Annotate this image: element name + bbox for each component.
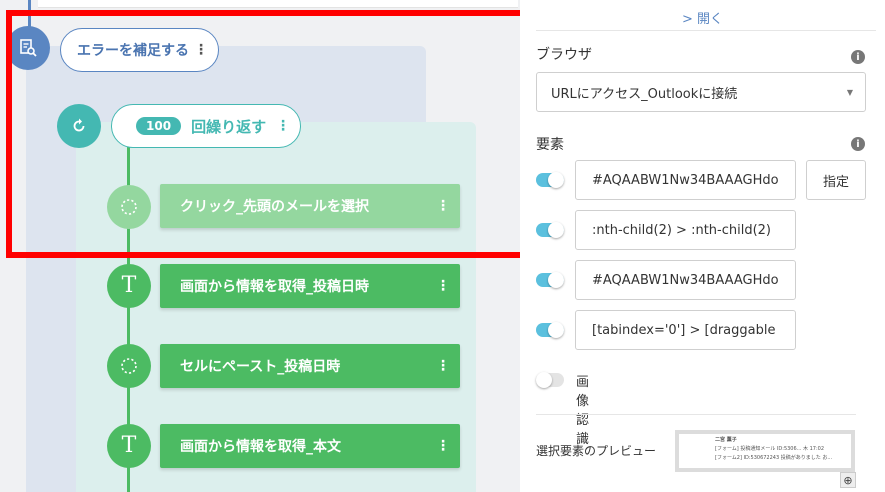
step-label: クリック_先頭のメールを選択	[180, 199, 369, 215]
zoom-in-icon[interactable]: ⊕	[840, 472, 856, 488]
selector-input[interactable]: #AQAABW1Nw34BAAAGHdo	[575, 160, 796, 200]
flow-canvas: エラーを補足する ⋮ 100 回繰り返す ⋮ クリック_先頭のメールを選択 ⋮ …	[0, 0, 520, 492]
loop-block-header[interactable]: 100 回繰り返す ⋮	[111, 104, 301, 148]
text-icon[interactable]: T	[107, 264, 151, 308]
step-click-first-mail[interactable]: クリック_先頭のメールを選択 ⋮	[160, 184, 460, 228]
thumbnail-text: [フォーム] 投稿通知メール ID:5306... 木 17:02	[715, 446, 825, 452]
step-label: 画面から情報を取得_本文	[180, 439, 341, 455]
divider	[536, 414, 856, 415]
selector-toggle[interactable]	[536, 322, 564, 338]
step-paste-posted-datetime[interactable]: セルにペースト_投稿日時 ⋮	[160, 344, 460, 388]
selector-toggle[interactable]	[536, 272, 564, 288]
elements-label: 要素	[536, 137, 564, 153]
loop-count-badge[interactable]: 100	[136, 117, 182, 135]
try-block-header[interactable]: エラーを補足する ⋮	[60, 28, 219, 72]
step-label: セルにペースト_投稿日時	[180, 359, 341, 375]
step-get-body[interactable]: 画面から情報を取得_本文 ⋮	[160, 424, 460, 468]
image-recognition-label: 画像認識	[576, 375, 590, 447]
more-menu-icon[interactable]: ⋮	[436, 359, 450, 373]
step-get-posted-datetime[interactable]: 画面から情報を取得_投稿日時 ⋮	[160, 264, 460, 308]
loop-block-label: 回繰り返す	[191, 117, 267, 136]
image-recognition-toggle[interactable]	[536, 372, 564, 388]
selector-input[interactable]: #AQAABW1Nw34BAAAGHdo	[575, 260, 796, 300]
thumbnail-text: [フォーム2] ID:530672243 投稿がありました お...	[715, 455, 833, 461]
loop-icon[interactable]	[57, 104, 101, 148]
element-preview-thumbnail: 二宮 薫子 [フォーム] 投稿通知メール ID:5306... 木 17:02 …	[675, 430, 855, 472]
more-menu-icon[interactable]: ⋮	[436, 199, 450, 213]
selector-toggle[interactable]	[536, 222, 564, 238]
info-icon[interactable]: i	[851, 137, 865, 151]
step-label: 画面から情報を取得_投稿日時	[180, 279, 369, 295]
selector-input[interactable]: :nth-child(2) > :nth-child(2)	[575, 210, 796, 250]
text-icon[interactable]: T	[107, 424, 151, 468]
browser-select-value: URLにアクセス_Outlookに接続	[551, 86, 738, 102]
try-block-label: エラーを補足する	[77, 43, 189, 59]
open-toggle-link[interactable]: > 開く	[520, 8, 885, 27]
more-menu-icon[interactable]: ⋮	[276, 119, 290, 133]
click-icon[interactable]	[107, 185, 151, 229]
property-panel: > 開く ブラウザ i URLにアクセス_Outlookに接続 ▼ 要素 i #…	[520, 0, 885, 492]
selector-toggle[interactable]	[536, 172, 564, 188]
thumbnail-text: 二宮 薫子	[715, 437, 737, 443]
more-menu-icon[interactable]: ⋮	[194, 43, 208, 57]
error-catch-icon[interactable]	[6, 26, 50, 70]
info-icon[interactable]: i	[851, 50, 865, 64]
divider	[536, 30, 876, 31]
more-menu-icon[interactable]: ⋮	[436, 439, 450, 453]
more-menu-icon[interactable]: ⋮	[436, 279, 450, 293]
preview-label: 選択要素のプレビュー	[536, 444, 657, 458]
chevron-down-icon: ▼	[846, 87, 853, 97]
paste-icon[interactable]	[107, 344, 151, 388]
previous-step-edge	[38, 0, 518, 8]
browser-select[interactable]: URLにアクセス_Outlookに接続 ▼	[536, 72, 866, 112]
selector-input[interactable]: [tabindex='0'] > [draggable	[575, 310, 796, 350]
browser-label: ブラウザ	[536, 47, 592, 63]
assign-button[interactable]: 指定	[806, 160, 866, 200]
